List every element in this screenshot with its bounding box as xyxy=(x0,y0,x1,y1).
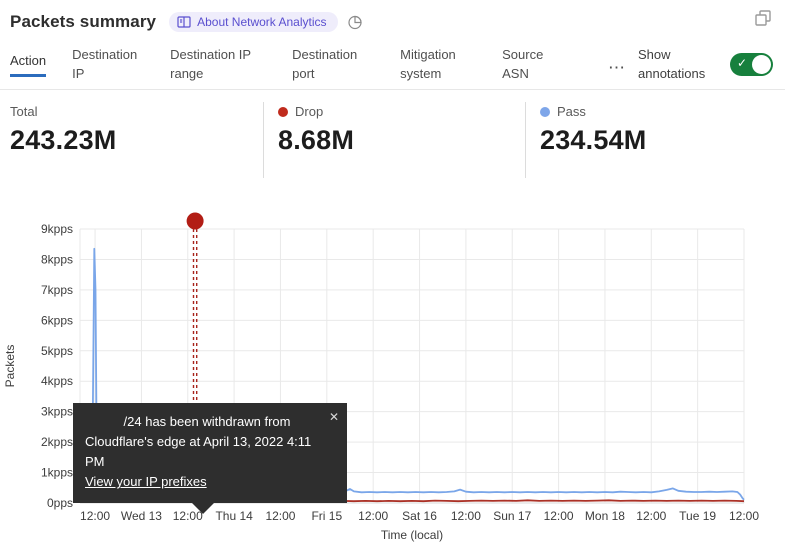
checkmark-icon: ✓ xyxy=(737,56,747,70)
drop-legend-dot xyxy=(278,107,288,117)
expand-window-icon[interactable] xyxy=(754,9,772,32)
packets-summary-panel: Packets summary About Network Analytics … xyxy=(0,0,785,555)
x-tick-label: 12:00 xyxy=(80,509,110,523)
stat-label: Total xyxy=(10,104,37,119)
y-tick-label: 1kpps xyxy=(41,466,73,480)
tooltip-line2: Cloudflare's edge at April 13, 2022 4:11… xyxy=(85,432,333,472)
stat-total: Total 243.23M xyxy=(10,102,263,178)
show-annotations-label: Show annotations xyxy=(638,46,720,84)
x-tick-label: 12:00 xyxy=(544,509,574,523)
x-tick-label: Sun 17 xyxy=(493,509,531,523)
tab-source-asn[interactable]: Source ASN xyxy=(502,46,554,84)
more-options-button[interactable]: ⋯ xyxy=(608,53,626,76)
x-tick-label: Mon 18 xyxy=(585,509,625,523)
tab-label: Destination port xyxy=(292,46,374,84)
tab-label: Mitigation system xyxy=(400,46,476,84)
stat-value: 243.23M xyxy=(10,125,263,156)
y-tick-label: 4kpps xyxy=(41,374,73,388)
x-tick-label: 12:00 xyxy=(636,509,666,523)
view-ip-prefixes-link[interactable]: View your IP prefixes xyxy=(85,474,207,489)
x-tick-label: Fri 15 xyxy=(311,509,342,523)
x-axis-title: Time (local) xyxy=(381,528,443,542)
tab-label: Action xyxy=(10,52,46,77)
tab-destination-port[interactable]: Destination port xyxy=(292,46,374,84)
y-tick-label: 9kpps xyxy=(41,222,73,236)
y-tick-label: 8kpps xyxy=(41,252,73,266)
about-badge-label: About Network Analytics xyxy=(197,15,326,29)
annotation-tooltip: ✕ /24 has been withdrawn from Cloudflare… xyxy=(73,403,347,503)
x-tick-label: 12:00 xyxy=(265,509,295,523)
tab-destination-ip-range[interactable]: Destination IP range xyxy=(170,46,266,84)
pie-chart-icon[interactable] xyxy=(347,14,363,30)
close-icon[interactable]: ✕ xyxy=(329,408,339,427)
tab-destination-ip[interactable]: Destination IP xyxy=(72,46,144,84)
tab-label: Destination IP xyxy=(72,46,144,84)
page-title: Packets summary xyxy=(10,12,156,32)
tab-label: Source ASN xyxy=(502,46,554,84)
stat-pass: Pass 234.54M xyxy=(525,102,745,178)
x-tick-label: 12:00 xyxy=(729,509,759,523)
stat-value: 8.68M xyxy=(278,125,525,156)
panel-header: Packets summary About Network Analytics xyxy=(0,0,785,34)
stat-drop: Drop 8.68M xyxy=(263,102,525,178)
tooltip-line1: /24 has been withdrawn from xyxy=(85,412,333,432)
show-annotations-toggle[interactable]: ✓ xyxy=(730,53,773,76)
y-tick-label: 6kpps xyxy=(41,313,73,327)
y-axis-title: Packets xyxy=(3,345,17,388)
stat-label: Pass xyxy=(557,104,586,119)
x-tick-label: Tue 19 xyxy=(679,509,716,523)
tab-label: Destination IP range xyxy=(170,46,266,84)
tab-mitigation-system[interactable]: Mitigation system xyxy=(400,46,476,84)
x-tick-label: 12:00 xyxy=(451,509,481,523)
tab-action[interactable]: Action xyxy=(10,52,46,77)
x-tick-label: Thu 14 xyxy=(215,509,253,523)
y-tick-label: 3kpps xyxy=(41,405,73,419)
x-tick-label: Wed 13 xyxy=(121,509,162,523)
stat-label: Drop xyxy=(295,104,323,119)
book-icon xyxy=(177,16,191,28)
y-tick-label: 7kpps xyxy=(41,283,73,297)
y-tick-label: 5kpps xyxy=(41,344,73,358)
stats-row: Total 243.23M Drop 8.68M Pass 234.54M xyxy=(0,90,785,178)
y-tick-label: 0pps xyxy=(47,496,73,510)
stat-value: 234.54M xyxy=(540,125,745,156)
filter-tabs: Action Destination IP Destination IP range… xyxy=(0,34,785,90)
x-tick-label: 12:00 xyxy=(358,509,388,523)
about-network-analytics-badge[interactable]: About Network Analytics xyxy=(169,12,337,32)
pass-legend-dot xyxy=(540,107,550,117)
x-tick-label: Sat 16 xyxy=(402,509,437,523)
toggle-knob xyxy=(752,55,771,74)
annotation-marker-dot[interactable] xyxy=(187,213,204,230)
y-tick-label: 2kpps xyxy=(41,435,73,449)
